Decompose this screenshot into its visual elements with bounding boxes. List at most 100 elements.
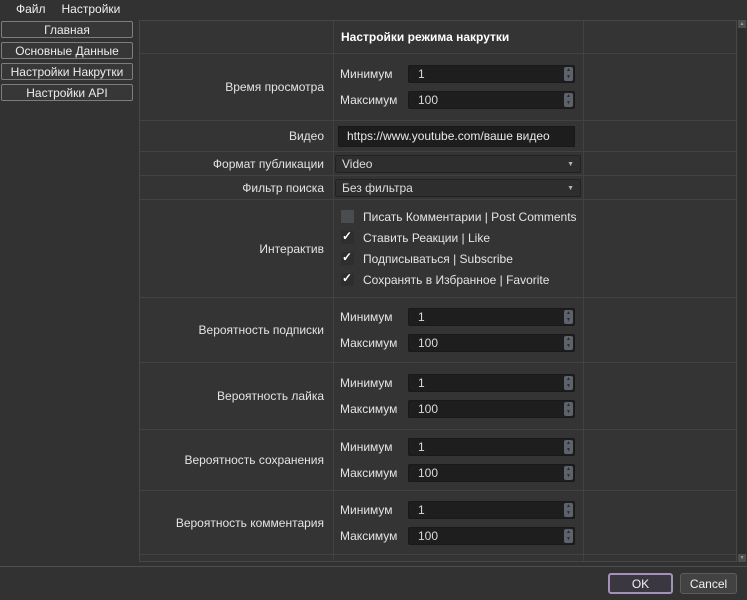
spin-down-icon[interactable]: ▼ <box>566 101 571 106</box>
spinner-buttons[interactable]: ▲ ▼ <box>564 93 573 107</box>
spinner-buttons[interactable]: ▲ ▼ <box>564 466 573 480</box>
footer-bar: OK Cancel <box>0 566 747 600</box>
save-min-spinbox: ▲ ▼ <box>408 438 575 456</box>
like-min-input[interactable] <box>409 375 563 391</box>
row-label <box>140 21 334 53</box>
checkbox-label: Подписываться | Subscribe <box>363 252 513 266</box>
spin-up-icon[interactable]: ▲ <box>566 403 571 408</box>
spin-down-icon[interactable]: ▼ <box>566 511 571 516</box>
dropdown-arrow-icon: ▼ <box>567 161 574 168</box>
interactive-row: Интерактив Писать Комментарии | Post Com… <box>140 200 736 298</box>
like-min-spinbox: ▲ ▼ <box>408 374 575 392</box>
format-select[interactable]: Video ▼ <box>335 155 581 173</box>
row-label: Вероятность сохранения <box>140 430 334 490</box>
min-label: Минимум <box>340 310 408 324</box>
watch-time-row: Время просмотра Минимум ▲ ▼ Максимум ▲ <box>140 54 736 121</box>
spin-down-icon[interactable]: ▼ <box>566 410 571 415</box>
spin-up-icon[interactable]: ▲ <box>566 68 571 73</box>
sidebar-item-boost-settings[interactable]: Настройки Накрутки <box>1 63 133 80</box>
checkbox-label: Сохранять в Избранное | Favorite <box>363 273 549 287</box>
checkbox[interactable]: ✓ <box>341 231 354 244</box>
scrollbar[interactable]: ▲ ▼ <box>738 20 746 562</box>
checkmark-icon: ✓ <box>342 272 352 285</box>
checkbox-favorite[interactable]: ✓ Сохранять в Избранное | Favorite <box>341 273 583 286</box>
spin-down-icon[interactable]: ▼ <box>566 75 571 80</box>
spinner-buttons[interactable]: ▲ ▼ <box>564 310 573 324</box>
max-label: Максимум <box>340 466 408 480</box>
checkbox-post-comments[interactable]: Писать Комментарии | Post Comments <box>341 210 583 223</box>
filter-row: Фильтр поиска Без фильтра ▼ <box>140 176 736 200</box>
spinner-buttons[interactable]: ▲ ▼ <box>564 529 573 543</box>
checkbox-like[interactable]: ✓ Ставить Реакции | Like <box>341 231 583 244</box>
subscribe-max-input[interactable] <box>409 335 563 351</box>
watch-time-min-input[interactable] <box>409 66 563 82</box>
sidebar-item-api-settings[interactable]: Настройки API <box>1 84 133 101</box>
spin-up-icon[interactable]: ▲ <box>566 337 571 342</box>
row-label <box>140 555 334 561</box>
checkbox[interactable]: ✓ <box>341 273 354 286</box>
row-label: Фильтр поиска <box>140 176 334 199</box>
empty-row <box>140 555 736 561</box>
like-max-input[interactable] <box>409 401 563 417</box>
like-max-spinbox: ▲ ▼ <box>408 400 575 418</box>
spin-down-icon[interactable]: ▼ <box>566 344 571 349</box>
save-max-input[interactable] <box>409 465 563 481</box>
sidebar-item-basic-data[interactable]: Основные Данные <box>1 42 133 59</box>
spinner-buttons[interactable]: ▲ ▼ <box>564 503 573 517</box>
subscribe-max-spinbox: ▲ ▼ <box>408 334 575 352</box>
ok-button[interactable]: OK <box>608 573 673 594</box>
min-label: Минимум <box>340 503 408 517</box>
spin-up-icon[interactable]: ▲ <box>566 467 571 472</box>
cancel-button[interactable]: Cancel <box>680 573 737 594</box>
spinner-buttons[interactable]: ▲ ▼ <box>564 376 573 390</box>
spinner-buttons[interactable]: ▲ ▼ <box>564 402 573 416</box>
spinner-buttons[interactable]: ▲ ▼ <box>564 440 573 454</box>
row-label: Вероятность лайка <box>140 363 334 429</box>
spin-up-icon[interactable]: ▲ <box>566 504 571 509</box>
checkbox-subscribe[interactable]: ✓ Подписываться | Subscribe <box>341 252 583 265</box>
max-label: Максимум <box>340 336 408 350</box>
row-label: Вероятность подписки <box>140 298 334 362</box>
spin-up-icon[interactable]: ▲ <box>566 530 571 535</box>
spin-down-icon[interactable]: ▼ <box>566 537 571 542</box>
spin-up-icon[interactable]: ▲ <box>566 311 571 316</box>
comment-probability-row: Вероятность комментария Минимум ▲ ▼ Макс… <box>140 491 736 555</box>
spin-down-icon[interactable]: ▼ <box>566 474 571 479</box>
comment-min-input[interactable] <box>409 502 563 518</box>
settings-form: Настройки режима накрутки Время просмотр… <box>139 20 737 562</box>
row-label: Интерактив <box>140 200 334 297</box>
max-label: Максимум <box>340 93 408 107</box>
subscribe-min-input[interactable] <box>409 309 563 325</box>
checkbox[interactable] <box>341 210 354 223</box>
spinner-buttons[interactable]: ▲ ▼ <box>564 67 573 81</box>
spin-down-icon[interactable]: ▼ <box>566 318 571 323</box>
spin-up-icon[interactable]: ▲ <box>566 441 571 446</box>
checkbox-label: Ставить Реакции | Like <box>363 231 490 245</box>
row-label: Вероятность комментария <box>140 491 334 554</box>
scroll-up-icon[interactable]: ▲ <box>738 20 746 28</box>
menu-file[interactable]: Файл <box>8 0 54 19</box>
watch-time-max-input[interactable] <box>409 92 563 108</box>
max-label: Максимум <box>340 529 408 543</box>
menu-settings[interactable]: Настройки <box>54 0 129 19</box>
video-row: Видео <box>140 121 736 152</box>
sidebar-item-main[interactable]: Главная <box>1 21 133 38</box>
spin-up-icon[interactable]: ▲ <box>566 377 571 382</box>
like-probability-row: Вероятность лайка Минимум ▲ ▼ Максимум ▲ <box>140 363 736 430</box>
spin-down-icon[interactable]: ▼ <box>566 384 571 389</box>
spin-down-icon[interactable]: ▼ <box>566 448 571 453</box>
menu-bar: Файл Настройки <box>0 0 747 19</box>
checkbox[interactable]: ✓ <box>341 252 354 265</box>
watch-time-max-spinbox: ▲ ▼ <box>408 91 575 109</box>
scroll-down-icon[interactable]: ▼ <box>738 554 746 562</box>
subscribe-probability-row: Вероятность подписки Минимум ▲ ▼ Максиму… <box>140 298 736 363</box>
video-url-input[interactable] <box>338 126 575 147</box>
filter-select[interactable]: Без фильтра ▼ <box>335 179 581 197</box>
comment-max-input[interactable] <box>409 528 563 544</box>
spin-up-icon[interactable]: ▲ <box>566 94 571 99</box>
save-max-spinbox: ▲ ▼ <box>408 464 575 482</box>
spinner-buttons[interactable]: ▲ ▼ <box>564 336 573 350</box>
min-label: Минимум <box>340 376 408 390</box>
watch-time-min-spinbox: ▲ ▼ <box>408 65 575 83</box>
save-min-input[interactable] <box>409 439 563 455</box>
